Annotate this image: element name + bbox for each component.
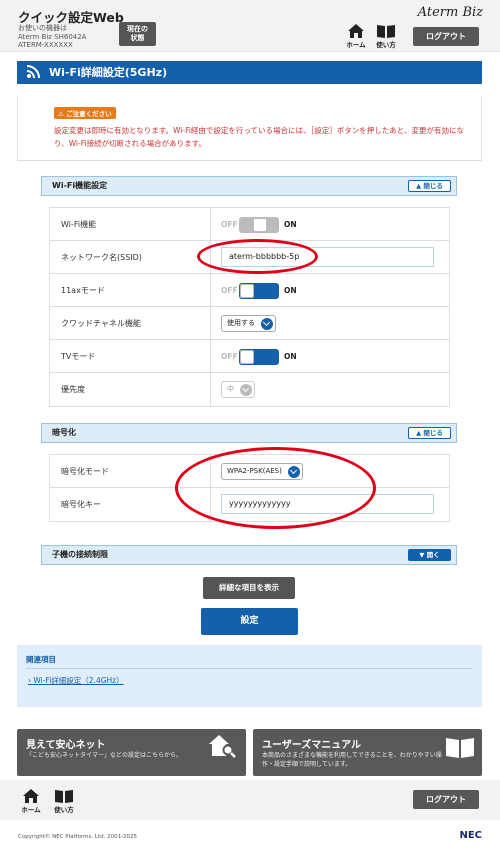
switch-track [239,283,279,299]
encryption-close-label: 閉じる [423,429,443,437]
table-row: 優先度 中 [50,373,449,406]
status-button-line1: 現在の [127,25,148,33]
related-items-panel: 関連項目 › Wi-Fi詳細設定（2.4GHz） [17,645,482,707]
encryption-section-header: 暗号化 ▲ 閉じる [41,423,457,443]
banner-right-subtitle-line2: 作・設定手順で説明しています。 [262,761,352,768]
child-section-open-button[interactable]: ▼ 開く [408,549,451,561]
book-icon [446,738,474,758]
switch-knob [253,218,267,232]
row-label: Wi-Fi機能 [61,220,97,229]
row-label: TVモード [61,352,96,361]
footer-help-link[interactable]: 使い方 [51,789,77,814]
switch-off-label: OFF [221,286,238,295]
switch-knob [240,284,254,298]
device-id: ATERM-XXXXXX [18,41,73,49]
home-icon [348,24,364,38]
wifi-section-close-button[interactable]: ▲ 閉じる [408,180,451,192]
row-value: OFF ON [210,340,449,372]
wifi-icon [26,65,40,79]
device-info: お使いの機器は Aterm Biz SH6042A ATERM-XXXXXX [18,24,86,50]
page-title-bar: Wi-Fi詳細設定(5GHz) [17,61,482,84]
table-row: Wi-Fi機能 OFF ON [50,208,449,241]
highlight-ellipse-encryption [175,447,376,529]
logout-button[interactable]: ログアウト [413,27,479,46]
notice-text: 設定変更は即時に有効となります。Wi-Fi経由で設定を行っている場合には、［設定… [54,126,464,148]
banner-left-subtitle: 「こども安心ネットタイマー」などの設定はこちらから。 [26,752,183,759]
switch-track [239,349,279,365]
row-label: 優先度 [61,385,85,394]
quad-channel-select[interactable]: 使用する [221,315,276,332]
row-label: 11axモード [61,286,105,295]
banner-right-subtitle-line1: 本商品のさまざまな機能を利用してできることを、わかりやすい操 [262,752,442,759]
row-value: OFF ON [210,208,449,240]
related-divider [26,668,473,669]
wifi-close-label: 閉じる [423,182,443,190]
wifi-section-header: Wi-Fi機能設定 ▲ 閉じる [41,176,457,196]
banner-right-title: ユーザーズマニュアル [262,740,361,751]
book-icon [55,790,73,803]
book-icon [377,25,395,38]
apply-settings-button[interactable]: 設定 [201,608,298,635]
users-manual-banner[interactable]: ユーザーズマニュアル 本商品のさまざまな機能を利用してできることを、わかりやすい… [253,729,482,776]
child-open-label: 開く [426,551,440,559]
device-model: Aterm Biz SH6042A [18,32,87,41]
status-button[interactable]: 現在の 状態 [119,22,156,46]
home-icon [23,789,39,803]
switch-on-label: ON [284,286,297,295]
chevron-down-icon [261,318,273,330]
switch-off-label: OFF [221,220,238,229]
highlight-ellipse-ssid [197,239,318,274]
switch-track [239,217,279,233]
related-title: 関連項目 [26,655,56,664]
switch-knob [240,350,254,364]
footer-home-label: ホーム [21,806,41,814]
status-button-line2: 状態 [130,34,145,42]
banner-right-subtitle: 本商品のさまざまな機能を利用してできることを、わかりやすい操 作・設定手順で説明… [262,751,442,769]
footer-bar: ホーム 使い方 ログアウト [0,780,500,820]
child-connection-section-header: 子機の接続制限 ▼ 開く [41,545,457,565]
select-value: 使用する [227,319,255,327]
header: クイック設定Web お使いの機器は Aterm Biz SH6042A ATER… [0,0,500,52]
related-link-wifi-24ghz[interactable]: › Wi-Fi詳細設定（2.4GHz） [28,675,124,686]
wifi-settings-table: Wi-Fi機能 OFF ON ネットワーク名(SSID) aterm-bbbbb… [49,207,450,407]
footer-help-label: 使い方 [54,806,74,814]
table-row: クワッドチャネル機能 使用する [50,307,449,340]
row-value: 使用する [210,307,449,339]
notice-badge: ⚠ ご注意ください [54,107,116,119]
switch-on-label: ON [284,220,297,229]
brand-logo: Aterm Biz [417,5,483,20]
home-link[interactable]: ホーム [343,24,369,49]
nec-logo: NEC [459,830,482,841]
encryption-section-title: 暗号化 [52,428,76,437]
switch-on-label: ON [284,352,297,361]
select-value: 中 [227,385,234,393]
page-title: Wi-Fi詳細設定(5GHz) [49,66,168,79]
device-label: お使いの機器は [18,24,67,32]
home-label: ホーム [346,41,366,49]
home-search-icon [209,735,236,758]
chevron-down-icon [240,384,252,396]
priority-select[interactable]: 中 [221,381,255,398]
wifi-section-title: Wi-Fi機能設定 [52,181,108,190]
notice-panel: ⚠ ご注意ください 設定変更は即時に有効となります。Wi-Fi経由で設定を行って… [17,96,482,161]
banner-left-title: 見えて安心ネット [26,740,106,751]
child-section-title: 子機の接続制限 [52,550,108,559]
mieru-anshin-net-banner[interactable]: 見えて安心ネット 「こども安心ネットタイマー」などの設定はこちらから。 [17,729,246,776]
switch-off-label: OFF [221,352,238,361]
notice-badge-label: ご注意ください [66,110,112,118]
table-row: TVモード OFF ON [50,340,449,373]
footer-home-link[interactable]: ホーム [18,789,44,814]
row-label: クワッドチャネル機能 [61,319,141,328]
show-details-button[interactable]: 詳細な項目を表示 [203,577,295,599]
footer-logout-button[interactable]: ログアウト [413,790,479,809]
encryption-section-close-button[interactable]: ▲ 閉じる [408,427,451,439]
table-row: 11axモード OFF ON [50,274,449,307]
help-link[interactable]: 使い方 [373,24,399,49]
row-value: 中 [210,373,449,406]
copyright: Copyright© NEC Platforms, Ltd. 2001-2025 [18,834,138,840]
row-value: OFF ON [210,274,449,306]
row-label: ネットワーク名(SSID) [61,253,142,262]
related-link-label: Wi-Fi詳細設定（2.4GHz） [33,676,124,685]
help-label: 使い方 [376,41,396,49]
